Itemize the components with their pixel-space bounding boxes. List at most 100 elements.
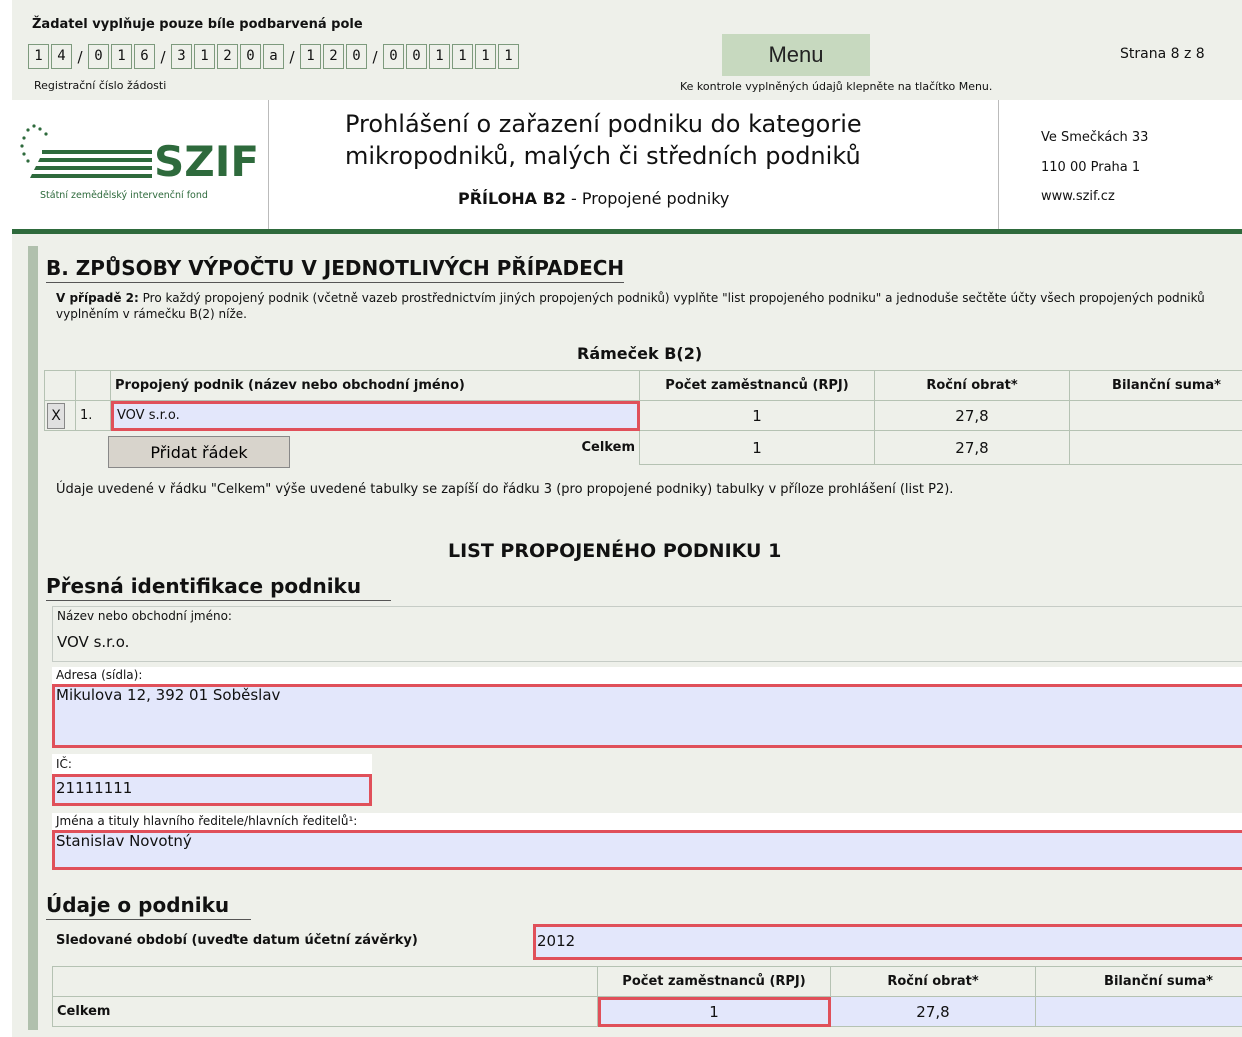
table-row: X 1. VOV s.r.o. 1 27,8: [44, 400, 1242, 431]
row-delete-cell: X: [44, 400, 76, 431]
registration-digit: 0: [406, 44, 427, 69]
linked-company-name-field[interactable]: VOV s.r.o.: [110, 400, 640, 431]
registration-digit: 0: [346, 44, 367, 69]
registration-digit: 1: [300, 44, 321, 69]
header-cell: Bilanční suma*: [1069, 370, 1242, 401]
section-b-description: V případě 2: Pro každý propojený podnik …: [56, 290, 1242, 322]
registration-separator: /: [372, 47, 378, 66]
total-turnover: 27,8: [874, 430, 1070, 465]
row-employees: 1: [639, 400, 875, 431]
empty-cell: [45, 431, 76, 465]
address-field[interactable]: Mikulova 12, 392 01 Soběslav: [52, 684, 1242, 748]
registration-digit: 0: [383, 44, 404, 69]
delete-row-button[interactable]: X: [47, 402, 65, 429]
ic-value: 21111111: [56, 779, 133, 797]
title-line-2: mikropodniků, malých či středních podnik…: [345, 142, 861, 170]
registration-label: Registrační číslo žádosti: [34, 79, 167, 92]
address-value: Mikulova 12, 392 01 Soběslav: [56, 686, 281, 704]
menu-button[interactable]: Menu: [722, 34, 870, 76]
registration-digit: 0: [88, 44, 109, 69]
company-balance-field[interactable]: [1035, 996, 1242, 1027]
registration-digit: 3: [171, 44, 192, 69]
header-cell: [75, 370, 111, 401]
directors-value: Stanislav Novotný: [56, 832, 192, 850]
address-city: 110 00 Praha 1: [1041, 160, 1141, 175]
address-street: Ve Smečkách 33: [1041, 130, 1149, 145]
annex-title: PŘÍLOHA B2 - Propojené podniky: [458, 189, 729, 208]
szif-address: Ve Smečkách 33 110 00 Praha 1 www.szif.c…: [998, 100, 1242, 230]
period-field[interactable]: 2012: [533, 924, 1242, 960]
address-web: www.szif.cz: [1041, 189, 1115, 204]
header-divider: [12, 229, 1242, 234]
fill-instruction: Žadatel vyplňuje pouze bíle podbarvená p…: [32, 17, 363, 32]
logo-text: SZIF: [154, 137, 259, 186]
ic-field[interactable]: 21111111: [52, 774, 372, 806]
table-header-row: Propojený podnik (název nebo obchodní jm…: [44, 370, 1242, 401]
header-cell: Počet zaměstnanců (RPJ): [639, 370, 875, 401]
ic-label-strip: IČ:: [52, 754, 372, 774]
page-indicator: Strana 8 z 8: [1120, 46, 1205, 62]
company-data-title: Údaje o podniku: [46, 893, 252, 920]
ic-label: IČ:: [56, 757, 72, 771]
registration-separator: /: [160, 47, 166, 66]
registration-digit: 1: [28, 44, 49, 69]
registration-separator: /: [289, 47, 295, 66]
registration-digit: 1: [429, 44, 450, 69]
address-label-strip: Adresa (sídla):: [52, 667, 1242, 685]
registration-digit: 1: [452, 44, 473, 69]
company-total-label: Celkem: [52, 996, 598, 1027]
registration-digit: a: [263, 44, 284, 69]
registration-digit: 4: [51, 44, 72, 69]
row-turnover: 27,8: [874, 400, 1070, 431]
document-header: SZIF Státní zemědělský intervenční fond …: [12, 100, 1242, 230]
document-title: Prohlášení o zařazení podniku do kategor…: [345, 108, 862, 172]
company-name-label: Název nebo obchodní jméno:: [57, 609, 232, 623]
company-name-box: Název nebo obchodní jméno: VOV s.r.o.: [52, 606, 1242, 662]
form-page: Žadatel vyplňuje pouze bíle podbarvená p…: [12, 0, 1242, 1037]
directors-label: Jména a tituly hlavního ředitele/hlavníc…: [56, 814, 358, 828]
company-totals-table: Počet zaměstnanců (RPJ) Roční obrat* Bil…: [52, 966, 1242, 1027]
list-title: LIST PROPOJENÉHO PODNIKU 1: [448, 540, 782, 562]
registration-digit: 1: [498, 44, 519, 69]
total-employees: 1: [639, 430, 875, 465]
section-bar: [28, 246, 38, 1030]
directors-field[interactable]: Stanislav Novotný: [52, 830, 1242, 870]
registration-digit: 6: [134, 44, 155, 69]
row-balance: [1069, 400, 1242, 431]
header-cell: [52, 966, 598, 997]
registration-digit: 0: [240, 44, 261, 69]
period-label: Sledované období (uveďte datum účetní zá…: [56, 933, 418, 948]
company-turnover-field[interactable]: 27,8: [830, 996, 1036, 1027]
total-note: Údaje uvedené v řádku "Celkem" výše uved…: [56, 482, 954, 497]
registration-digit: 1: [194, 44, 215, 69]
period-value: 2012: [537, 932, 576, 950]
check-hint: Ke kontrole vyplněných údajů klepněte na…: [680, 80, 993, 93]
header-cell: Roční obrat*: [830, 966, 1036, 997]
add-row-button[interactable]: Přidat řádek: [108, 436, 290, 468]
frame-title: Rámeček B(2): [577, 344, 703, 363]
registration-number: 1 4/0 1 6/3 1 2 0 a/1 2 0/0 0 1 1 1 1: [28, 44, 521, 69]
title-line-1: Prohlášení o zařazení podniku do kategor…: [345, 110, 862, 138]
registration-separator: /: [77, 47, 83, 66]
directors-label-strip: Jména a tituly hlavního ředitele/hlavníc…: [52, 813, 1242, 831]
empty-cell: [76, 431, 111, 465]
company-employees-field[interactable]: 1: [597, 996, 831, 1027]
header-cell: Bilanční suma*: [1035, 966, 1242, 997]
case-label: V případě 2:: [56, 291, 139, 305]
total-balance: [1069, 430, 1242, 465]
company-name-value: VOV s.r.o.: [57, 633, 130, 651]
table-header-row: Počet zaměstnanců (RPJ) Roční obrat* Bil…: [52, 966, 1242, 997]
header-cell: Počet zaměstnanců (RPJ): [597, 966, 831, 997]
identification-title: Přesná identifikace podniku: [46, 574, 392, 601]
annex-name: - Propojené podniky: [565, 189, 730, 208]
szif-logo-graphic: SZIF Státní zemědělský intervenční fond: [20, 124, 259, 201]
row-number: 1.: [75, 400, 111, 431]
registration-digit: 1: [475, 44, 496, 69]
table-row: Celkem 1 27,8: [52, 996, 1242, 1027]
header-cell: Roční obrat*: [874, 370, 1070, 401]
annex-code: PŘÍLOHA B2: [458, 189, 566, 208]
szif-logo: SZIF Státní zemědělský intervenční fond: [12, 100, 269, 230]
logo-subtitle: Státní zemědělský intervenční fond: [40, 190, 208, 201]
registration-digit: 2: [323, 44, 344, 69]
header-cell: [44, 370, 76, 401]
